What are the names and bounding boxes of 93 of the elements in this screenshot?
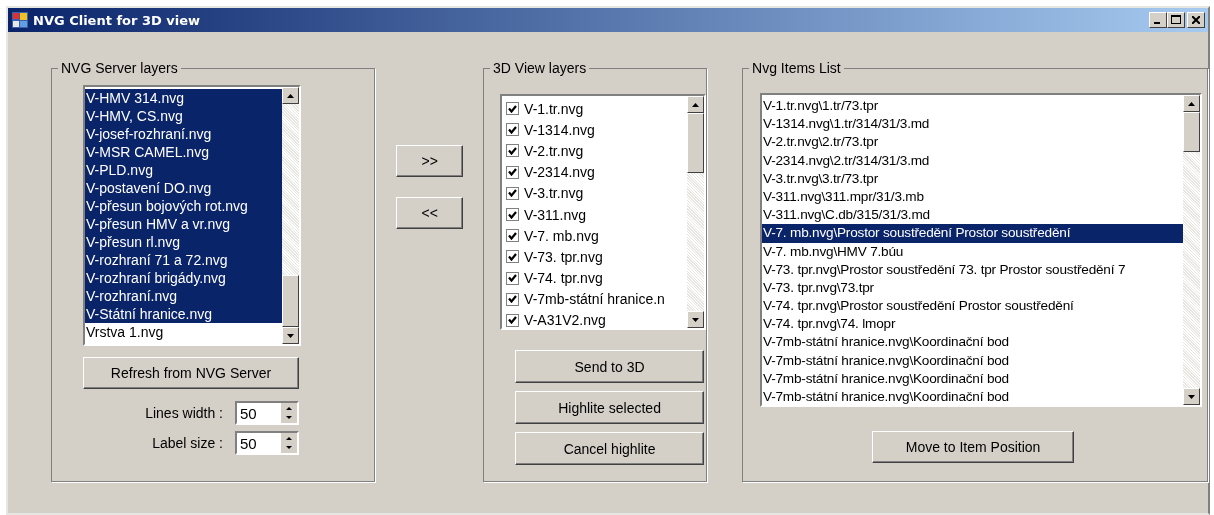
- list-item[interactable]: V-73. tpr.nvg\Prostor soustředění 73. tpr Prostor soustředění 7: [762, 260, 1184, 279]
- checkbox[interactable]: [506, 250, 520, 264]
- number-field[interactable]: 50: [235, 431, 299, 455]
- checkbox[interactable]: [506, 144, 520, 158]
- group-title: NVG Server layers: [60, 60, 179, 76]
- list-item[interactable]: V-73. tpr.nvg\73.tpr: [762, 278, 1184, 298]
- layer-item[interactable]: V-postavení DO.nvg: [85, 179, 282, 197]
- action-button[interactable]: Cancel highlite: [515, 432, 705, 465]
- down-arrow-icon: [692, 317, 700, 322]
- maximize-button[interactable]: [1167, 12, 1185, 28]
- list-item[interactable]: V-2314.nvg\2.tr/314/31/3.md: [762, 151, 1184, 170]
- scrollbar-thumb[interactable]: [687, 113, 705, 173]
- list-item[interactable]: V-74. tpr.nvg\74. lmopr: [762, 315, 1184, 334]
- layer-item[interactable]: V-rozhraní brigády.nvg: [85, 269, 282, 287]
- layer-item[interactable]: V-PLD.nvg: [85, 161, 282, 179]
- scroll-down-button[interactable]: [687, 311, 705, 328]
- layer-item[interactable]: V-7mb-státní hranice.n: [524, 291, 665, 308]
- app-icon: [11, 11, 29, 29]
- scroll-up-button[interactable]: [1183, 95, 1201, 112]
- layer-item[interactable]: V-311.nvg: [524, 206, 587, 223]
- close-button[interactable]: [1187, 12, 1205, 28]
- action-button[interactable]: Send to 3D: [515, 350, 705, 383]
- checkbox[interactable]: [506, 292, 520, 306]
- move-button[interactable]: >>: [396, 145, 464, 177]
- layer-item[interactable]: V-HMV 314.nvg: [85, 89, 282, 107]
- layer-item[interactable]: V-1.tr.nvg: [524, 100, 584, 117]
- list-item[interactable]: V-3.tr.nvg\3.tr/73.tpr: [762, 169, 1184, 188]
- layer-item[interactable]: V-73. tpr.nvg: [524, 248, 603, 265]
- checkbox[interactable]: [506, 102, 520, 116]
- group-title: Nvg Items List: [751, 60, 842, 76]
- field-label: Label size :: [151, 435, 223, 451]
- layer-item[interactable]: V-2314.nvg: [524, 164, 595, 181]
- layer-item[interactable]: V-josef-rozhraní.nvg: [85, 125, 282, 143]
- list-item[interactable]: V-7mb-státní hranice.nvg\Koordinační bod: [762, 388, 1184, 405]
- close-icon: [1192, 16, 1200, 24]
- checkbox[interactable]: [506, 165, 520, 179]
- checkbox[interactable]: [506, 313, 520, 327]
- layer-item[interactable]: V-7. mb.nvg: [524, 227, 599, 244]
- layer-item[interactable]: V-A31V2.nvg: [524, 312, 606, 328]
- scroll-down-button[interactable]: [282, 327, 299, 344]
- layer-item[interactable]: V-2.tr.nvg: [524, 142, 584, 159]
- layer-item[interactable]: V-HMV, CS.nvg: [85, 107, 282, 125]
- layer-item[interactable]: V-74. tpr.nvg: [524, 270, 603, 287]
- layer-item[interactable]: V-přesun bojových rot.nvg: [85, 197, 282, 215]
- list-item[interactable]: V-7mb-státní hranice.nvg\Koordinační bod: [762, 333, 1184, 352]
- field-label: Lines width :: [144, 405, 223, 421]
- checkbox[interactable]: [506, 123, 520, 137]
- refresh-button[interactable]: Refresh from NVG Server: [83, 357, 299, 389]
- list-item[interactable]: V-7mb-státní hranice.nvg\Koordinační bod: [762, 369, 1184, 388]
- up-arrow-icon: [285, 436, 293, 440]
- maximize-icon: [1171, 15, 1181, 24]
- layer-item[interactable]: Vrstva 1.nvg: [85, 323, 282, 341]
- down-arrow-icon: [285, 446, 293, 450]
- group-title: 3D View layers: [492, 60, 588, 76]
- up-arrow-icon: [287, 93, 294, 98]
- action-button[interactable]: Highlite selected: [515, 391, 705, 424]
- up-arrow-icon: [285, 406, 293, 410]
- minimize-button[interactable]: [1149, 12, 1167, 28]
- checkbox[interactable]: [506, 186, 520, 200]
- layer-item[interactable]: V-3.tr.nvg: [524, 185, 584, 202]
- number-field[interactable]: 50: [235, 401, 299, 425]
- scroll-up-button[interactable]: [687, 96, 705, 113]
- down-arrow-icon: [285, 416, 293, 420]
- checkbox[interactable]: [506, 208, 520, 222]
- list-item[interactable]: V-311.nvg\C.db/315/31/3.md: [762, 206, 1184, 225]
- checkbox[interactable]: [506, 271, 520, 285]
- list-item[interactable]: V-74. tpr.nvg\Prostor soustředění Prostor soustředění: [762, 297, 1184, 316]
- down-arrow-icon: [1188, 394, 1196, 399]
- layer-item[interactable]: V-MSR CAMEL.nvg: [85, 143, 282, 161]
- layer-item[interactable]: V-přesun HMV a vr.nvg: [85, 215, 282, 233]
- layer-item[interactable]: V-přesun rl.nvg: [85, 233, 282, 251]
- move-to-position-button[interactable]: Move to Item Position: [872, 431, 1075, 463]
- layer-item[interactable]: V-rozhraní 71 a 72.nvg: [85, 251, 282, 269]
- list-item[interactable]: V-1.tr.nvg\1.tr/73.tpr: [762, 97, 1184, 116]
- window-title: NVG Client for 3D view: [33, 12, 202, 28]
- scroll-up-button[interactable]: [282, 87, 299, 104]
- list-item[interactable]: V-311.nvg\311.mpr/31/3.mb: [762, 187, 1184, 207]
- scrollbar-thumb[interactable]: [282, 275, 299, 327]
- layer-item[interactable]: V-Státní hranice.nvg: [85, 305, 282, 323]
- list-item[interactable]: V-7mb-státní hranice.nvg\Koordinační bod: [762, 351, 1184, 370]
- checkbox[interactable]: [506, 229, 520, 243]
- move-button[interactable]: <<: [396, 197, 464, 229]
- list-item[interactable]: V-7. mb.nvg\Prostor soustředění Prostor soustředění: [762, 224, 1184, 243]
- layer-item[interactable]: V-1314.nvg: [524, 121, 595, 138]
- list-item[interactable]: V-1314.nvg\1.tr/314/31/3.md: [762, 115, 1184, 134]
- list-item[interactable]: V-2.tr.nvg\2.tr/73.tpr: [762, 133, 1184, 152]
- layer-item[interactable]: V-rozhraní.nvg: [85, 287, 282, 305]
- scroll-down-button[interactable]: [1183, 388, 1201, 405]
- up-arrow-icon: [1188, 101, 1196, 106]
- up-arrow-icon: [692, 102, 700, 107]
- down-arrow-icon: [287, 333, 294, 338]
- scrollbar-thumb[interactable]: [1183, 112, 1201, 152]
- list-item[interactable]: V-7. mb.nvg\HMV 7.búu: [762, 242, 1184, 261]
